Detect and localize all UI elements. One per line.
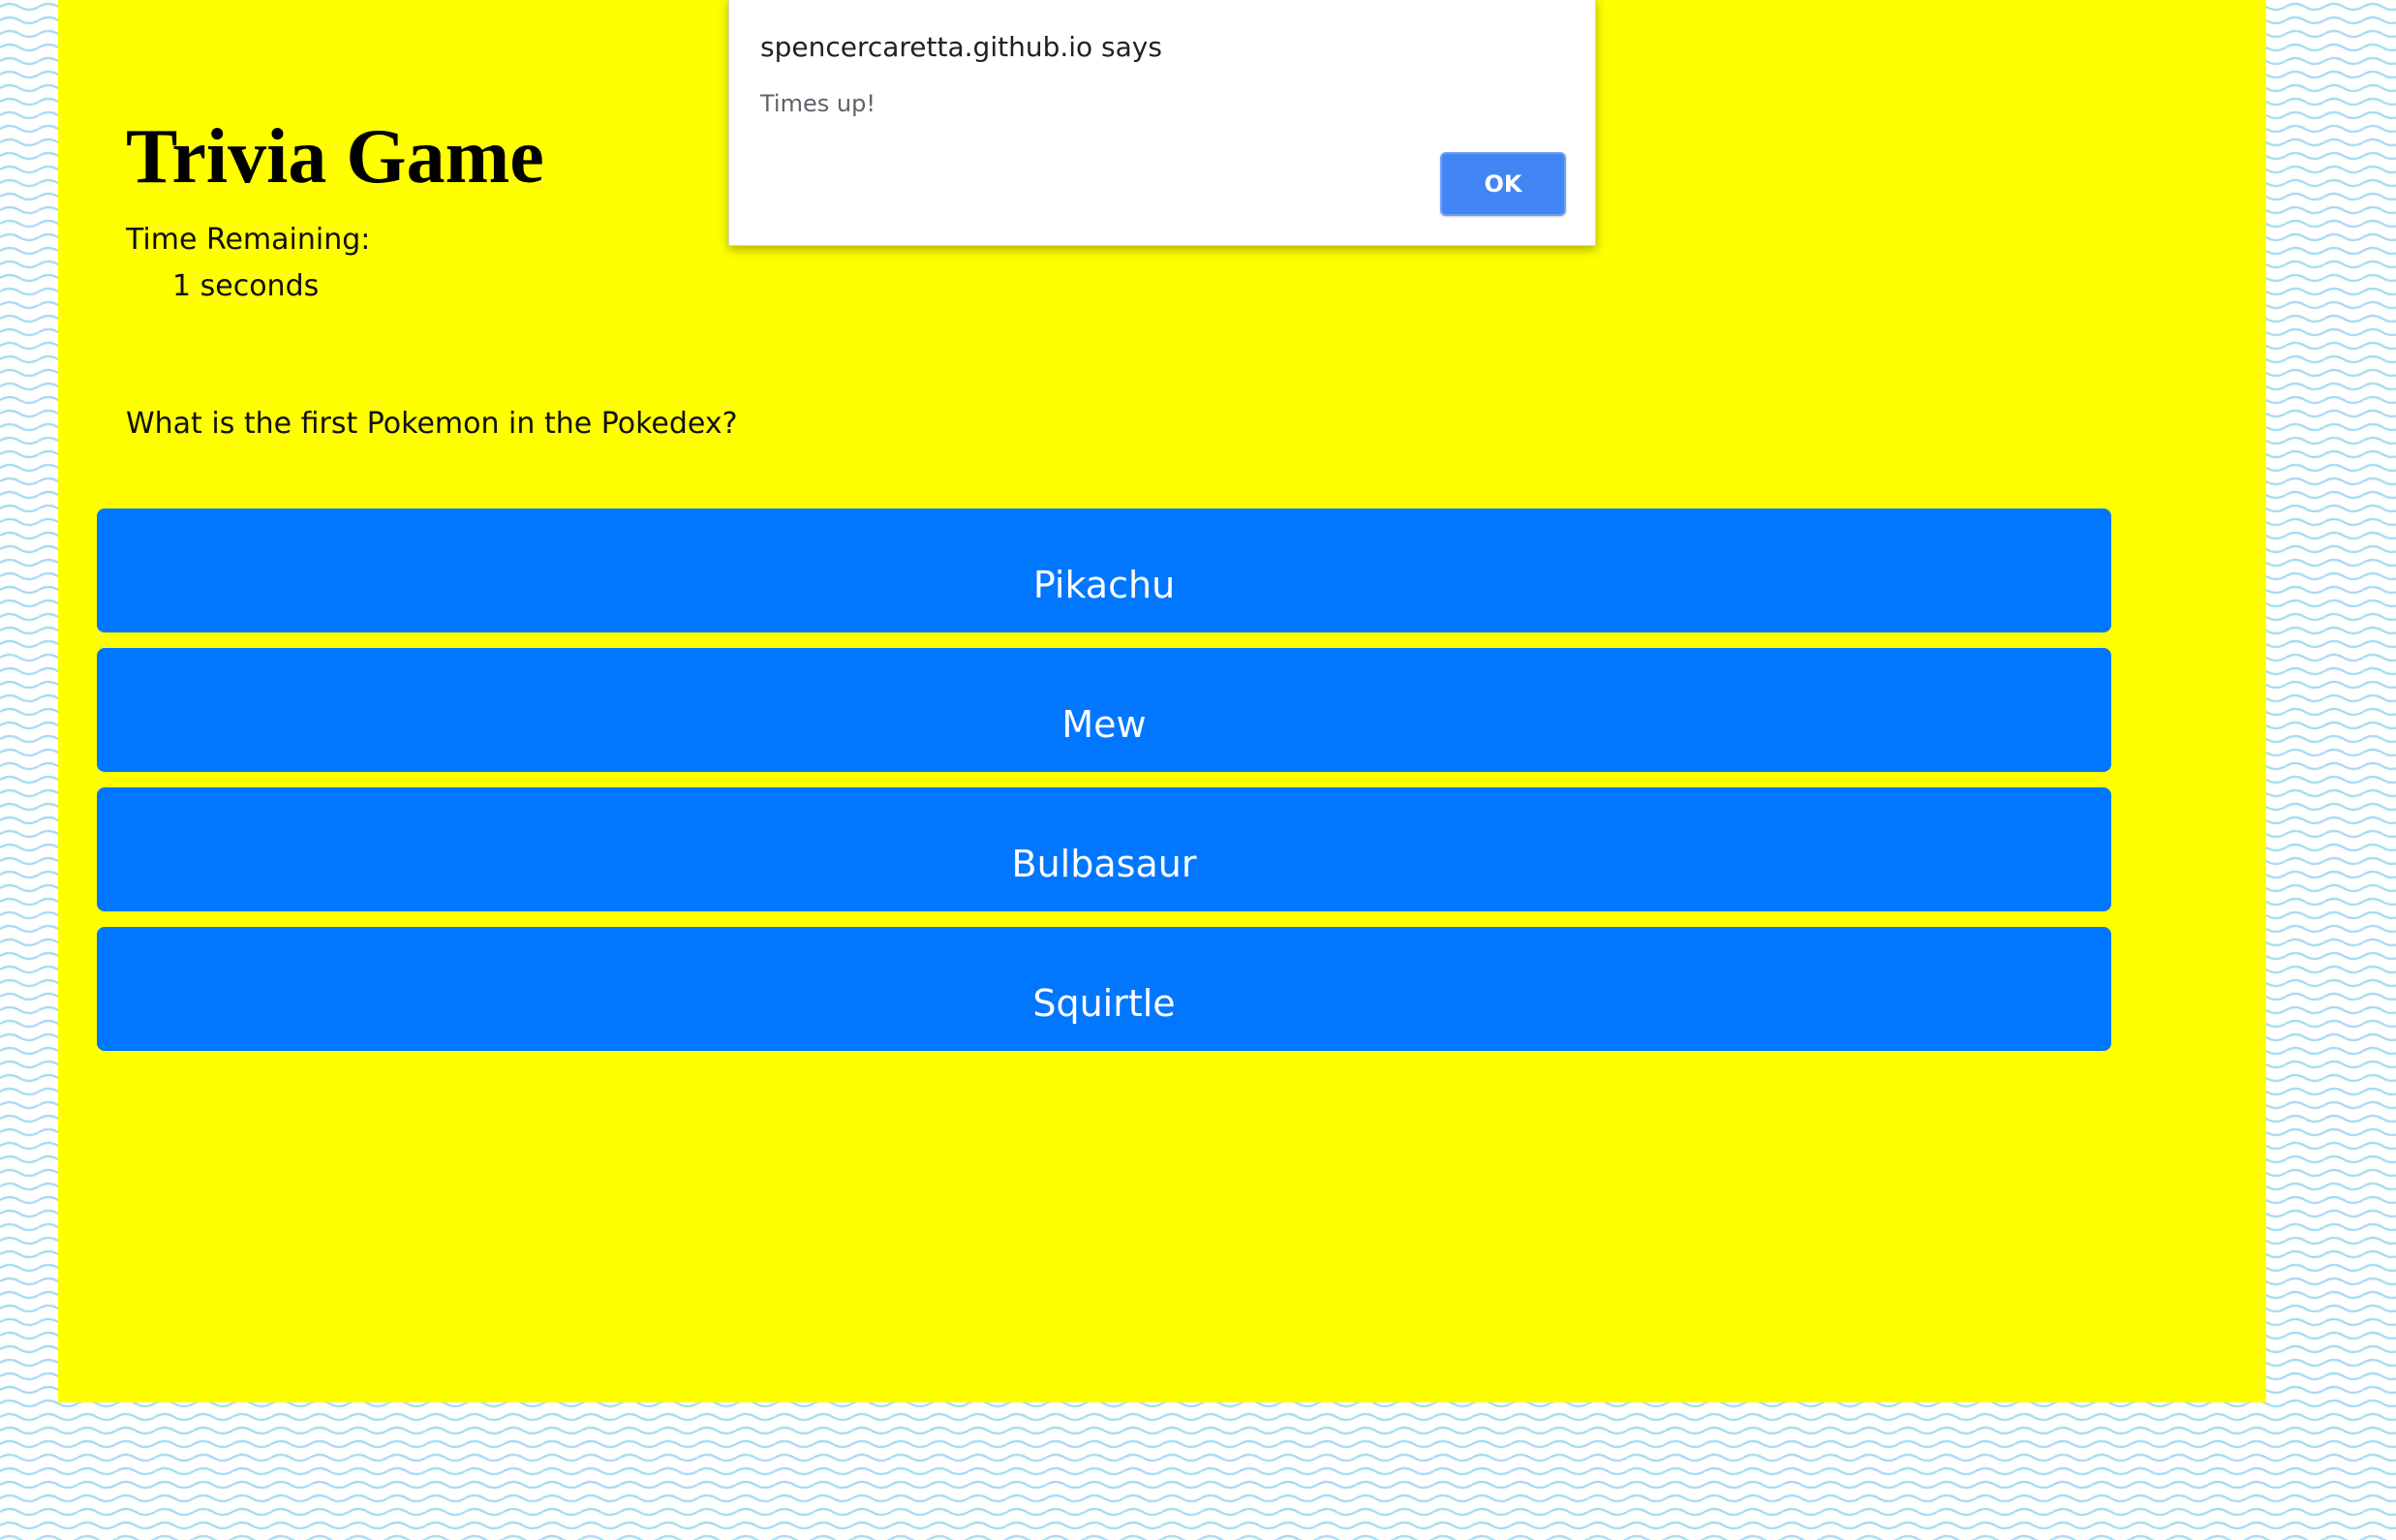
time-remaining-label: Time Remaining: <box>126 223 371 257</box>
answer-button-pikachu[interactable]: Pikachu <box>97 508 2111 632</box>
answer-button-mew[interactable]: Mew <box>97 648 2111 772</box>
question-text: What is the first Pokemon in the Pokedex… <box>126 407 738 441</box>
alert-ok-button[interactable]: OK <box>1440 152 1566 216</box>
answer-button-squirtle[interactable]: Squirtle <box>97 927 2111 1051</box>
answer-button-bulbasaur[interactable]: Bulbasaur <box>97 787 2111 911</box>
alert-dialog-heading: spencercaretta.github.io says <box>760 31 1162 63</box>
alert-dialog: spencercaretta.github.io says Times up! … <box>728 0 1596 246</box>
answer-list: Pikachu Mew Bulbasaur Squirtle <box>97 508 2111 1066</box>
page-title: Trivia Game <box>126 114 544 200</box>
time-remaining-value: 1 seconds <box>172 269 320 303</box>
alert-dialog-message: Times up! <box>760 90 875 117</box>
